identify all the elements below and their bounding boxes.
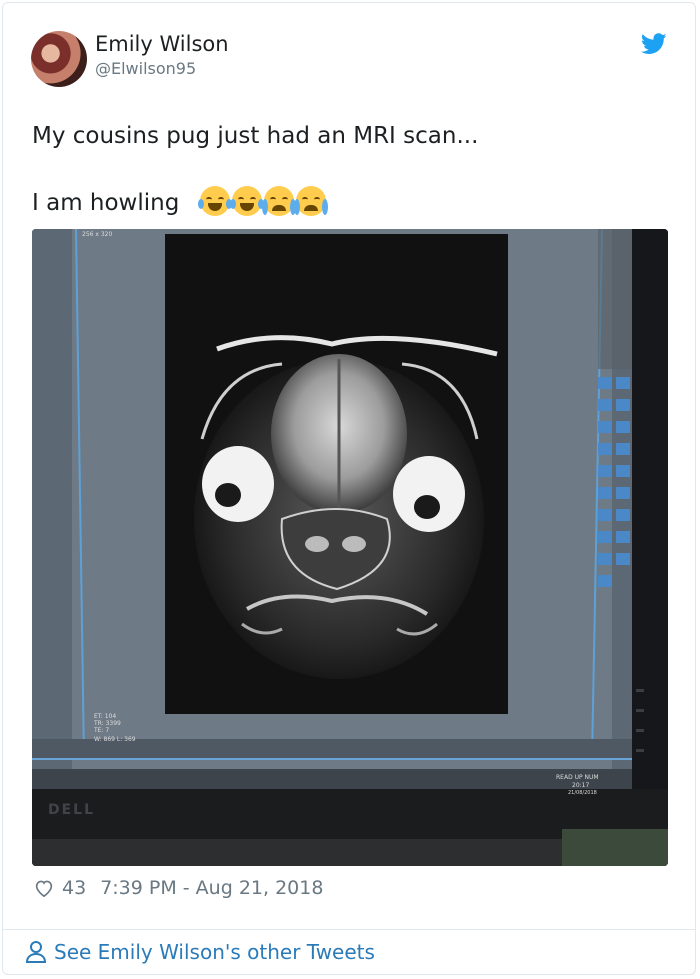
screen-params-label: ET: 104 — [94, 713, 117, 720]
screen-header-label: 256 x 320 — [82, 231, 113, 238]
see-more-label[interactable]: See Emily Wilson's other Tweets — [54, 940, 375, 964]
screen-window-label: W: 869 L: 369 — [94, 736, 136, 743]
twitter-bird-icon[interactable] — [641, 33, 667, 55]
tears-of-joy-emoji-icon — [229, 186, 264, 216]
loudly-crying-emoji-icon — [261, 186, 296, 216]
heart-icon[interactable] — [34, 879, 54, 897]
monitor-brand-logo: DELL — [48, 802, 96, 818]
screen-time-label: 20:17 — [572, 782, 590, 789]
avatar[interactable] — [31, 31, 87, 87]
screen-date-label: 21/08/2018 — [568, 790, 597, 796]
see-more-tweets-link[interactable]: See Emily Wilson's other Tweets — [26, 940, 375, 964]
screen-params-label: TR: 3399 — [94, 720, 121, 727]
person-icon — [26, 941, 46, 963]
mri-pug-scan-photo — [32, 229, 668, 866]
screen-params-label: TE: 7 — [94, 727, 110, 734]
tweet-timestamp[interactable]: 7:39 PM - Aug 21, 2018 — [100, 877, 323, 899]
loudly-crying-emoji-icon — [293, 186, 328, 216]
like-count[interactable]: 43 — [62, 877, 86, 899]
user-handle[interactable]: @Elwilson95 — [95, 59, 196, 78]
tweet-text: My cousins pug just had an MRI scan... — [32, 123, 479, 149]
tweet-photo[interactable]: 256 x 320 ET: 104 TR: 3399 TE: 7 W: 869 … — [32, 229, 668, 866]
tweet-text-line2: I am howling — [32, 186, 328, 220]
tweet-text-howling: I am howling — [32, 190, 180, 216]
user-name[interactable]: Emily Wilson — [95, 32, 229, 56]
tweet-meta: 43 7:39 PM - Aug 21, 2018 — [34, 877, 323, 899]
footer-divider — [2, 929, 696, 930]
screen-status-label: READ UP NUM — [556, 774, 599, 781]
tears-of-joy-emoji-icon — [197, 186, 232, 216]
